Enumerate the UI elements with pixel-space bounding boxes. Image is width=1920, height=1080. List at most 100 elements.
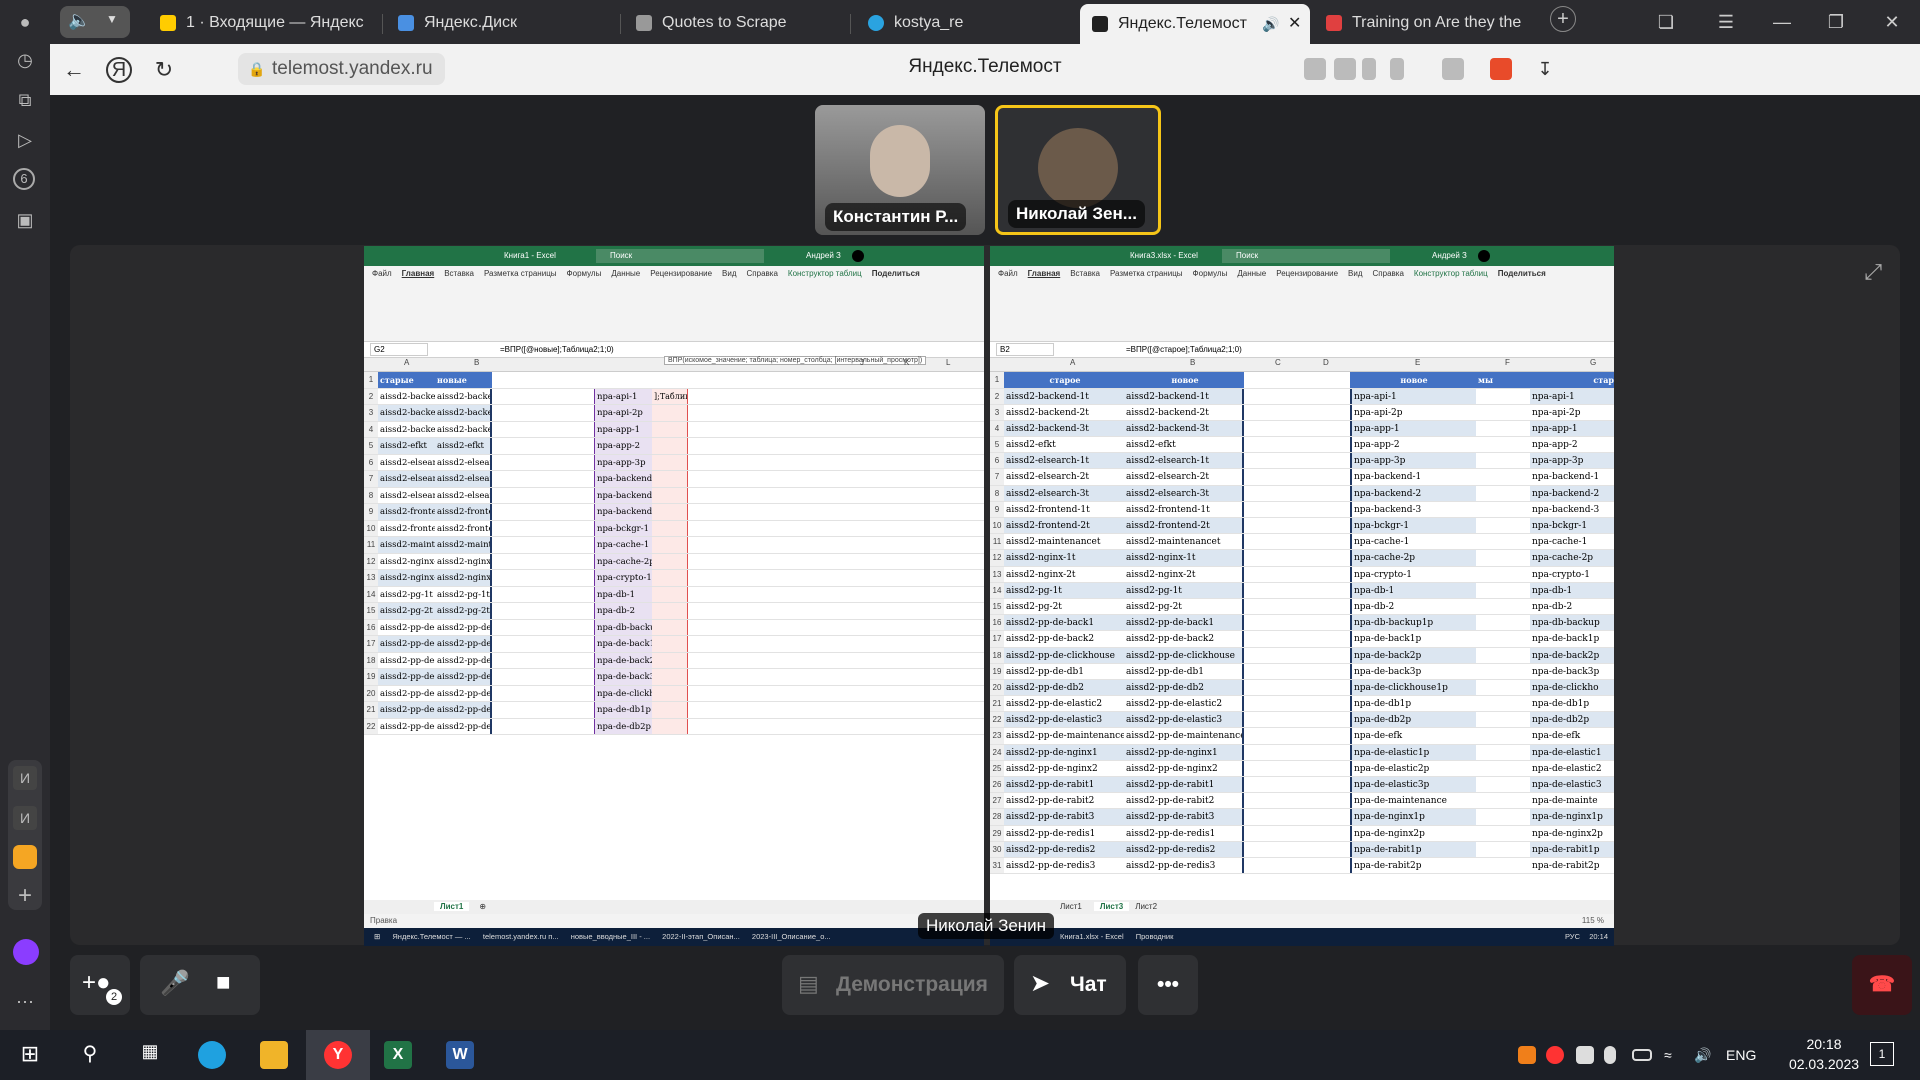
table-cell[interactable]: старые [378,372,435,388]
table-cell[interactable]: aissd2-backend-1t [1124,388,1244,404]
profile-icon[interactable]: ● [13,10,37,34]
table-cell[interactable]: новое [1124,372,1244,388]
table-cell[interactable]: npa-api-2p [1350,404,1476,420]
table-cell[interactable]: aissd2-pp-de-elastic3 [378,718,435,734]
more-button[interactable]: ••• [1138,955,1198,1015]
table-cell[interactable]: aissd2-pp-de-back1 [1124,615,1244,631]
table-cell[interactable]: npa-api-1 [594,388,652,404]
table-cell[interactable]: aissd2-pp-de-db2 [1124,679,1244,696]
table-cell[interactable] [652,702,688,718]
table-cell[interactable]: npa-cache-2p [1350,550,1476,566]
table-cell[interactable]: aissd2-elsearch-1t [1004,453,1124,469]
menu-table-design[interactable]: Конструктор таблиц [788,269,862,278]
menu-table-design[interactable]: Конструктор таблиц [1414,269,1488,278]
sheet-tab-active[interactable]: Лист3 [1093,902,1130,911]
table-cell[interactable]: aissd2-nginx-2t [1124,566,1244,582]
minimize-icon[interactable]: — [1766,8,1798,36]
tab-mail[interactable]: 1 · Входящие — Яндекс [148,6,378,40]
table-cell[interactable]: npa-de-back2p [1530,647,1614,663]
table-cell[interactable]: npa-bckgr-1 [594,520,652,536]
menu-view[interactable]: Вид [1348,269,1362,278]
table-cell[interactable]: aissd2-pp-de-redis3 [1004,857,1124,874]
table-cell[interactable]: npa-de-db2p [1350,712,1476,728]
table-cell[interactable]: aissd2-maintenancet [1004,534,1124,550]
table-cell[interactable]: aissd2-pp-de-back1 [1004,615,1124,631]
table-cell[interactable]: aissd2-pp-de-redis1 [1124,825,1244,841]
add-icon[interactable]: + [13,884,37,908]
table-cell[interactable] [652,586,688,602]
table-cell[interactable]: aissd2-frontend-1t [1124,501,1244,517]
table-cell[interactable]: npa-de-rabit2p [1530,857,1614,874]
table-cell[interactable]: npa-de-maintenance [1350,793,1476,809]
table-cell[interactable]: npa-db-2 [1530,598,1614,615]
table-cell[interactable]: aissd2-pp-de-elastic2 [435,702,492,718]
table-cell[interactable]: aissd2-nginx-1t [1124,550,1244,566]
table-cell[interactable]: aissd2-pg-1t [1124,582,1244,598]
tab-training[interactable]: Training on Are they the [1314,6,1544,40]
table-cell[interactable] [652,669,688,685]
table-cell[interactable]: aissd2-pp-de-rabit1 [1124,777,1244,793]
table-cell[interactable]: npa-app-1 [594,421,652,437]
table-cell[interactable]: aissd2-pp-de-nginx1 [1004,744,1124,760]
excel-icon[interactable]: X [384,1041,412,1069]
table-cell[interactable]: npa-de-rabit1p [1530,841,1614,857]
camera-icon[interactable] [1334,58,1356,80]
table-cell[interactable]: npa-db-backup1p [594,619,652,635]
table-cell[interactable]: aissd2-efkt [1004,437,1124,453]
table-cell[interactable]: aissd2-pp-de-elastic3 [1124,712,1244,728]
menu-home[interactable]: Главная [1028,269,1061,278]
search-icon[interactable]: ⚲ [76,1041,104,1069]
table-cell[interactable]: npa-de-back2p [594,652,652,668]
formula-input[interactable]: =ВПР([@новые];Таблица2;1;0) [500,342,614,358]
menu-formulas[interactable]: Формулы [1193,269,1228,278]
table-cell[interactable]: npa-cache-1 [1350,534,1476,550]
edge-icon[interactable] [198,1041,226,1069]
table-cell[interactable]: старое [1004,372,1124,388]
table-cell[interactable]: aissd2-pg-2t [1004,598,1124,615]
table-cell[interactable]: npa-de-clickhouse1p [1350,679,1476,696]
reload-icon[interactable]: ↻ [150,56,178,84]
pinned-app-1[interactable]: И [13,766,37,790]
table-cell[interactable]: npa-de-elastic1p [1350,744,1476,760]
excel-search[interactable]: Поиск [1222,249,1390,263]
table-cell[interactable] [652,636,688,652]
table-cell[interactable]: npa-cache-1 [594,537,652,553]
clock[interactable]: 20:18 02.03.2023 [1784,1034,1864,1074]
table-cell[interactable]: aissd2-elsearch-1t [435,454,492,470]
share-button[interactable]: Поделиться [1498,269,1546,278]
mic-icon[interactable] [1362,58,1376,80]
name-box[interactable]: B2 [996,343,1054,356]
table-cell[interactable]: npa-cache-2p [1530,550,1614,566]
table-cell[interactable]: мы [1476,372,1530,388]
table-cell[interactable]: npa-db-2 [1350,598,1476,615]
sheet-tab[interactable]: Лист1 [1060,902,1082,911]
table-cell[interactable]: npa-de-db2p [1530,712,1614,728]
tabs-view-icon[interactable]: ❏ [1650,8,1682,36]
wifi-icon[interactable]: ≈ [1664,1030,1672,1080]
table-cell[interactable]: aissd2-elsearch-1t [378,454,435,470]
table-cell[interactable]: aissd2-pp-de-rabit3 [1004,809,1124,825]
table-cell[interactable]: aissd2-elsearch-2t [1124,469,1244,485]
table-cell[interactable]: новые [435,372,492,388]
table-cell[interactable]: npa-de-elastic3 [1530,777,1614,793]
table-cell[interactable]: aissd2-elsearch-3t [1004,485,1124,501]
table-cell[interactable]: npa-app-2 [1530,437,1614,453]
table-cell[interactable]: npa-backend-1 [1530,469,1614,485]
table-cell[interactable] [652,421,688,437]
add-sheet-icon[interactable]: ⊕ [479,902,486,911]
table-cell[interactable]: aissd2-maintenancet [378,537,435,553]
table-cell[interactable] [652,487,688,503]
share-button[interactable]: Поделиться [872,269,920,278]
table-cell[interactable]: aissd2-frontend-2t [435,520,492,536]
table-cell[interactable]: aissd2-pg-1t [378,586,435,602]
table-cell[interactable]: aissd2-pg-1t [1004,582,1124,598]
table-cell[interactable]: aissd2-backend-3t [435,421,492,437]
table-cell[interactable]: aissd2-elsearch-2t [378,471,435,487]
table-cell[interactable]: стар [1530,372,1614,388]
table-cell[interactable]: aissd2-backend-1t [1004,388,1124,404]
table-cell[interactable]: npa-de-elastic2 [1530,760,1614,776]
table-cell[interactable] [652,504,688,520]
table-cell[interactable]: aissd2-pp-de-elastic2 [1124,696,1244,712]
table-cell[interactable]: aissd2-backend-3t [1004,420,1124,437]
notifications-icon[interactable]: 1 [1870,1042,1894,1066]
